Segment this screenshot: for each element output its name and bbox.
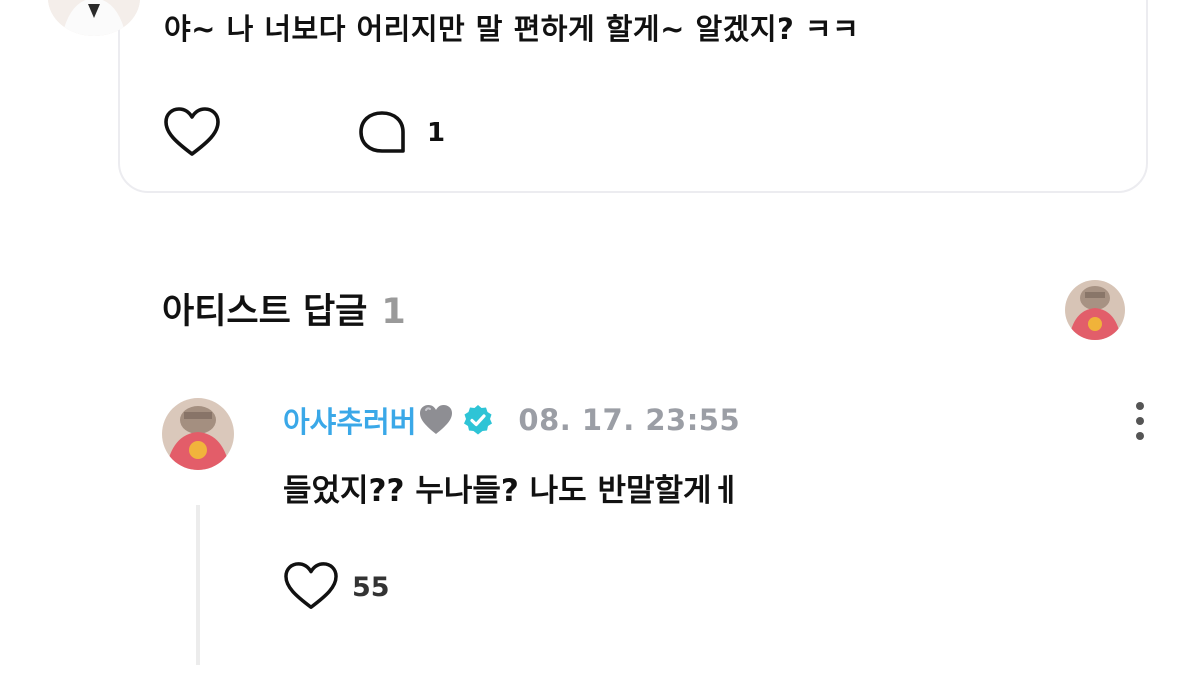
- reply-author-name[interactable]: 아샤추러버: [283, 399, 416, 441]
- heart-outline-icon: [284, 562, 338, 609]
- post-comment-button[interactable]: 1: [355, 106, 445, 160]
- artist-replies-title: 아티스트 답글: [162, 292, 368, 332]
- grey-heart-emoji-icon: [420, 405, 453, 434]
- post-like-button[interactable]: [162, 106, 222, 160]
- post-comment-count: 1: [427, 118, 446, 148]
- artist-replies-count: 1: [381, 292, 406, 332]
- artist-avatar-small[interactable]: [1065, 280, 1125, 340]
- reply-meta: 아샤추러버 08. 17. 23:55: [283, 400, 740, 440]
- more-options-button[interactable]: [1126, 400, 1154, 444]
- post-text: 야~ 나 너보다 어리지만 말 편하게 할게~ 알겠지? ㅋㅋ: [164, 12, 860, 46]
- reply-timestamp: 08. 17. 23:55: [518, 403, 741, 437]
- reply-text: 들었지?? 누나들? 나도 반말할게ㅔ: [283, 473, 741, 509]
- reply-like-button[interactable]: 55: [282, 560, 390, 614]
- artist-replies-header: 아티스트 답글 1: [162, 283, 406, 334]
- vertical-ellipsis-icon: [1136, 402, 1144, 440]
- speech-bubble-icon: [359, 111, 405, 153]
- reply-author-avatar-image: [162, 398, 234, 470]
- heart-outline-icon: [164, 107, 220, 156]
- reply-like-count: 55: [352, 571, 390, 603]
- reply-thread-line: [196, 505, 200, 665]
- reply-author-avatar[interactable]: [162, 398, 234, 470]
- verified-badge-icon: [464, 405, 493, 435]
- artist-avatar-image: [1065, 280, 1125, 340]
